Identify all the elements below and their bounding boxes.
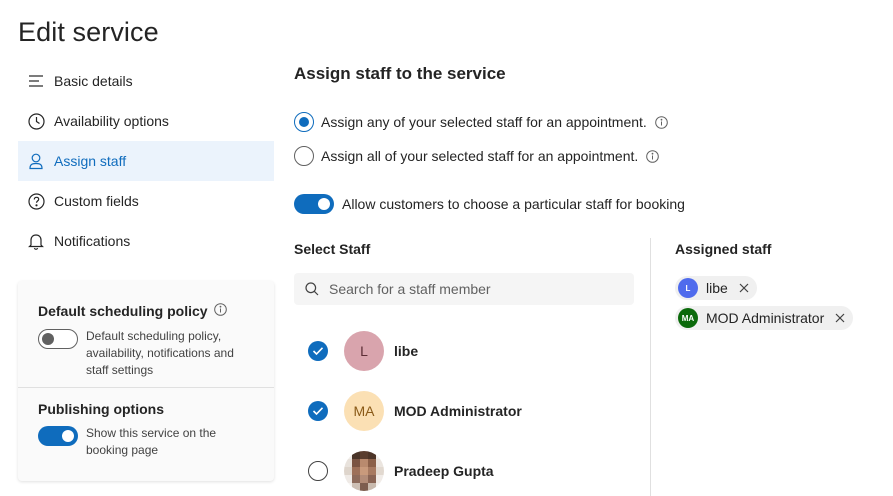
avatar-initials: MA — [353, 403, 375, 419]
close-icon[interactable] — [739, 283, 749, 293]
person-icon — [27, 152, 45, 170]
staff-name: libe — [394, 343, 419, 359]
publishing-options-desc: Show this service on the booking page — [86, 426, 217, 457]
staff-row-pradeep-gupta[interactable]: Pradeep Gupta — [308, 451, 494, 491]
avatar: L — [678, 278, 698, 298]
allow-customers-row: Allow customers to choose a particular s… — [294, 194, 685, 214]
avatar-initials: L — [685, 283, 691, 293]
nav-item-label: Availability options — [54, 113, 169, 129]
default-scheduling-policy-title: Default scheduling policy — [38, 303, 254, 319]
nav-item-label: Notifications — [54, 233, 131, 249]
side-nav: Basic details Availability options Assig… — [18, 61, 274, 261]
staff-name: Pradeep Gupta — [394, 463, 494, 479]
nav-item-label: Basic details — [54, 73, 133, 89]
clock-icon — [27, 112, 45, 130]
chip-label: libe — [706, 280, 728, 296]
search-placeholder: Search for a staff member — [329, 281, 491, 297]
info-icon[interactable] — [213, 303, 227, 319]
assigned-chip-libe: L libe — [675, 276, 757, 300]
nav-item-custom-fields[interactable]: Custom fields — [18, 181, 274, 221]
assigned-staff-heading: Assigned staff — [675, 241, 772, 257]
radio-assign-all[interactable] — [294, 146, 314, 166]
column-divider — [650, 238, 651, 496]
policy-card: Default scheduling policy Default schedu… — [18, 281, 274, 481]
select-staff-heading: Select Staff — [294, 241, 371, 257]
avatar: MA — [344, 391, 384, 431]
nav-item-assign-staff[interactable]: Assign staff — [18, 141, 274, 181]
allow-customers-label: Allow customers to choose a particular s… — [342, 196, 685, 212]
bell-icon — [27, 232, 45, 250]
section-title: Assign staff to the service — [294, 64, 506, 83]
nav-item-availability-options[interactable]: Availability options — [18, 101, 274, 141]
avatar-photo — [344, 451, 384, 491]
staff-row-mod-administrator[interactable]: MA MOD Administrator — [308, 391, 522, 431]
nav-item-label: Assign staff — [54, 153, 127, 169]
nav-item-label: Custom fields — [54, 193, 139, 209]
assigned-chip-mod-administrator: MA MOD Administrator — [675, 306, 854, 330]
avatar-initials: MA — [681, 313, 695, 323]
radio-assign-any-row[interactable]: Assign any of your selected staff for an… — [294, 112, 668, 132]
default-scheduling-policy-toggle[interactable] — [38, 329, 78, 349]
staff-checkbox-mod-administrator[interactable] — [308, 401, 328, 421]
publishing-options-title: Publishing options — [38, 401, 164, 417]
staff-checkbox-libe[interactable] — [308, 341, 328, 361]
default-scheduling-policy-desc: Default scheduling policy, availability,… — [86, 329, 234, 377]
staff-name: MOD Administrator — [394, 403, 522, 419]
chip-label: MOD Administrator — [706, 310, 825, 326]
radio-assign-any[interactable] — [294, 112, 314, 132]
nav-item-notifications[interactable]: Notifications — [18, 221, 274, 261]
avatar: MA — [678, 308, 698, 328]
info-icon[interactable] — [646, 149, 660, 163]
radio-assign-all-label: Assign all of your selected staff for an… — [321, 148, 639, 164]
avatar-initials: L — [360, 343, 368, 359]
staff-row-libe[interactable]: L libe — [308, 331, 418, 371]
radio-assign-any-label: Assign any of your selected staff for an… — [321, 114, 647, 130]
question-circle-icon — [27, 192, 45, 210]
publishing-options-toggle[interactable] — [38, 426, 78, 446]
default-scheduling-policy-label: Default scheduling policy — [38, 303, 208, 319]
nav-item-basic-details[interactable]: Basic details — [18, 61, 274, 101]
radio-assign-all-row[interactable]: Assign all of your selected staff for an… — [294, 146, 660, 166]
lines-icon — [27, 72, 45, 90]
search-icon — [305, 282, 319, 296]
staff-search-input[interactable]: Search for a staff member — [294, 273, 634, 305]
close-icon[interactable] — [835, 313, 845, 323]
avatar: L — [344, 331, 384, 371]
staff-checkbox-pradeep-gupta[interactable] — [308, 461, 328, 481]
info-icon[interactable] — [655, 115, 668, 129]
allow-customers-toggle[interactable] — [294, 194, 334, 214]
page-title: Edit service — [18, 17, 159, 47]
